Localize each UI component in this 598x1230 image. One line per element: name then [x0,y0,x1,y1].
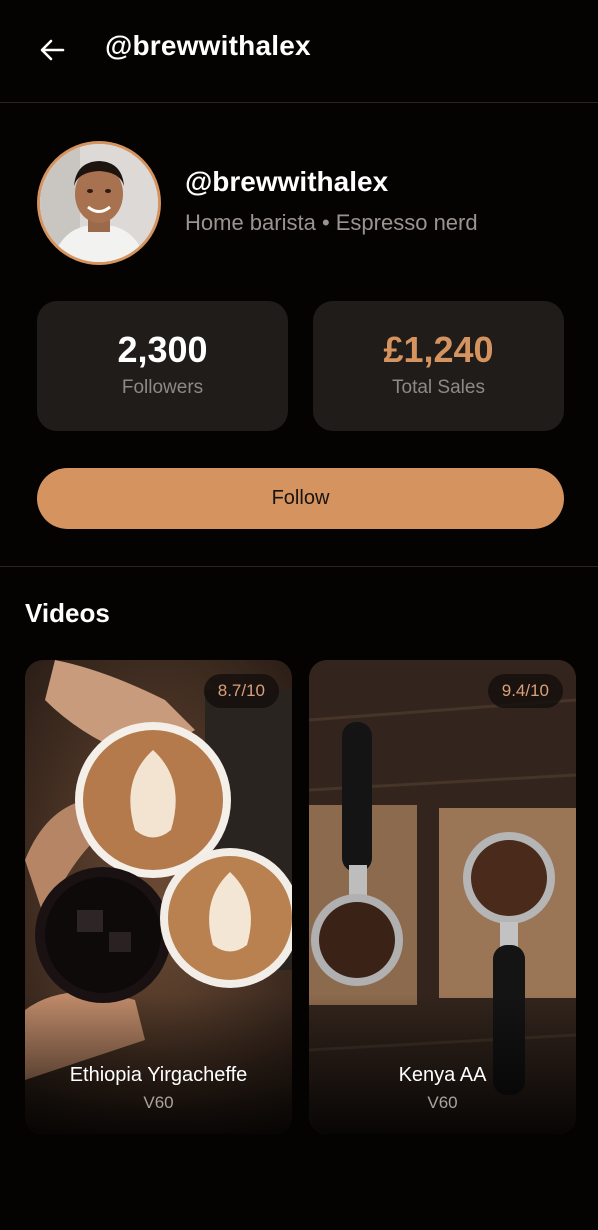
total-sales-stat[interactable]: £1,240 Total Sales [313,301,564,431]
video-method: V60 [143,1093,174,1112]
profile-handle: @brewwithalex [185,166,389,197]
profile-bio: Home barista • Espresso nerd [185,210,478,235]
top-app-bar: @brewwithalex [0,0,598,103]
arrow-left-icon [40,39,65,61]
video-card[interactable]: 9.4/10 Kenya AA V60 [309,660,576,1134]
avatar[interactable] [37,141,161,265]
total-sales-value: £1,240 [383,329,494,370]
back-button[interactable] [34,32,70,68]
video-method: V60 [427,1093,458,1112]
follow-button[interactable]: Follow [37,468,564,529]
page-title: @brewwithalex [105,30,311,61]
followers-stat[interactable]: 2,300 Followers [37,301,288,431]
total-sales-label: Total Sales [392,377,485,398]
rating-badge: 8.7/10 [203,674,279,708]
followers-count: 2,300 [117,329,208,370]
video-card[interactable]: 8.7/10 Ethiopia Yirgacheffe V60 [25,660,292,1134]
profile-section: @brewwithalex Home barista • Espresso ne… [0,104,598,567]
video-title: Ethiopia Yirgacheffe [69,1064,248,1086]
rating-badge: 9.4/10 [487,674,563,708]
videos-heading: Videos [25,598,110,628]
followers-label: Followers [121,377,204,398]
video-title: Kenya AA [398,1064,487,1086]
avatar-photo [40,144,158,262]
